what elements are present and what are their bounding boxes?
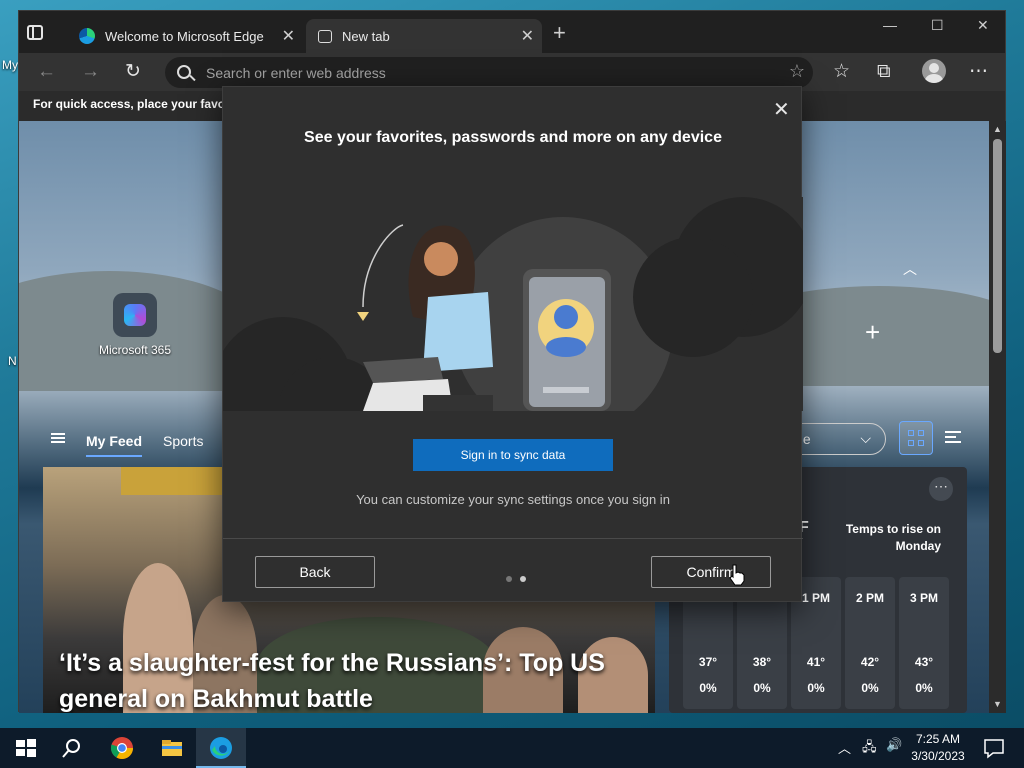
collapse-chevron-icon[interactable]: ︿ — [903, 259, 917, 279]
file-explorer-icon[interactable] — [160, 736, 184, 760]
page-dot-active — [520, 576, 526, 582]
weather-hour-cell: 2 PM 42° 0% — [845, 577, 895, 709]
weather-hour: 3 PM — [909, 591, 938, 605]
menu-icon[interactable] — [51, 433, 65, 443]
confirm-button[interactable]: Confirm — [651, 556, 771, 588]
weather-temp: 41° — [806, 655, 826, 669]
back-arrow-icon[interactable]: ← — [37, 60, 56, 84]
new-tab-button[interactable]: + — [553, 22, 566, 44]
edge-icon — [79, 28, 95, 44]
profile-avatar[interactable] — [922, 59, 946, 83]
weather-precip: 0% — [915, 681, 933, 695]
sync-hint-text: You can customize your sync settings onc… — [356, 492, 670, 507]
weather-hour: 2 PM — [855, 591, 884, 605]
weather-precip: 0% — [861, 681, 879, 695]
news-image-frame — [121, 467, 231, 495]
page-dot — [506, 576, 512, 582]
scroll-up-icon[interactable]: ▲ — [993, 124, 1002, 134]
desktop-icon-label[interactable]: N — [8, 354, 17, 368]
page-scrollbar[interactable]: ▲ ▼ — [989, 121, 1006, 713]
tab-title: Welcome to Microsoft Edge — [105, 28, 264, 44]
weather-hour-cell: 3 PM 43° 0% — [899, 577, 949, 709]
weather-temp: 38° — [752, 655, 772, 669]
microsoft-365-icon — [124, 304, 146, 326]
weather-temp: 42° — [860, 655, 880, 669]
page-indicator — [506, 570, 534, 585]
add-quick-link-icon[interactable]: + — [865, 317, 880, 348]
new-tab-icon — [318, 29, 332, 43]
back-button[interactable]: Back — [255, 556, 375, 588]
sign-in-sync-button[interactable]: Sign in to sync data — [413, 439, 613, 471]
scrollbar-thumb[interactable] — [993, 139, 1002, 353]
windows-taskbar: ︿ 🖧 🔊 7:25 AM 3/30/2023 — [0, 728, 1024, 768]
news-headline[interactable]: ‘It’s a slaughter-fest for the Russians’… — [59, 645, 649, 713]
hand-cursor-icon — [729, 564, 745, 586]
more-options-icon[interactable]: ⋯ — [969, 60, 988, 84]
grid-view-button[interactable] — [899, 421, 933, 455]
dialog-divider — [223, 538, 803, 539]
list-view-button[interactable] — [945, 431, 961, 443]
feed-tab-sports[interactable]: Sports — [163, 433, 203, 449]
feed-tab-my-feed[interactable]: My Feed — [86, 433, 143, 457]
edge-icon[interactable] — [209, 736, 233, 760]
sync-dialog: ✕ See your favorites, passwords and more… — [222, 86, 803, 602]
desktop-icon-label[interactable]: My — [2, 58, 18, 72]
more-options-icon[interactable]: ⋯ — [929, 477, 953, 501]
weather-temp: 43° — [914, 655, 934, 669]
tab-new-tab[interactable]: New tab ✕ — [306, 19, 542, 53]
weather-precip: 0% — [699, 681, 717, 695]
quick-link-microsoft-365[interactable] — [113, 293, 157, 337]
tab-title: New tab — [342, 28, 390, 44]
volume-icon[interactable]: 🔊 — [886, 737, 902, 753]
chrome-icon[interactable] — [110, 736, 134, 760]
notifications-icon[interactable] — [982, 736, 1006, 760]
weather-precip: 0% — [807, 681, 825, 695]
close-tab-icon[interactable]: ✕ — [521, 26, 534, 46]
scroll-down-icon[interactable]: ▼ — [993, 699, 1002, 709]
dialog-title: See your favorites, passwords and more o… — [304, 129, 722, 146]
favorites-icon[interactable]: ☆ — [833, 60, 850, 84]
quick-link-label: Microsoft 365 — [98, 343, 172, 357]
weather-precip: 0% — [753, 681, 771, 695]
search-icon — [177, 65, 191, 79]
forward-arrow-icon[interactable]: → — [81, 60, 100, 84]
close-dialog-icon[interactable]: ✕ — [773, 100, 790, 120]
refresh-icon[interactable]: ↻ — [125, 60, 141, 84]
address-bar[interactable]: Search or enter web address ☆ — [165, 57, 813, 88]
taskbar-date[interactable]: 3/30/2023 — [906, 749, 970, 763]
sync-illustration — [223, 197, 803, 411]
weather-temp: 37° — [698, 655, 718, 669]
address-placeholder: Search or enter web address — [206, 65, 386, 81]
taskbar-time[interactable]: 7:25 AM — [908, 732, 968, 746]
close-window-icon[interactable]: ✕ — [977, 17, 989, 34]
maximize-icon[interactable]: ☐ — [931, 17, 944, 34]
search-icon[interactable] — [60, 736, 84, 760]
show-hidden-icons-icon[interactable]: ︿ — [838, 738, 851, 757]
tab-actions-icon[interactable] — [27, 25, 43, 40]
collections-icon[interactable]: ⧉ — [877, 60, 891, 84]
tab-strip: Welcome to Microsoft Edge ✕ New tab ✕ + … — [19, 11, 1005, 53]
tab-welcome[interactable]: Welcome to Microsoft Edge ✕ — [67, 19, 303, 53]
minimize-icon[interactable]: — — [883, 17, 897, 33]
network-icon[interactable]: 🖧 — [862, 738, 877, 760]
start-icon[interactable] — [14, 736, 38, 760]
weather-headline: Temps to rise on Monday — [845, 522, 941, 553]
chevron-down-icon: ⌵ — [860, 430, 871, 446]
add-favorite-icon[interactable]: ☆ — [789, 61, 805, 82]
close-tab-icon[interactable]: ✕ — [282, 26, 295, 46]
